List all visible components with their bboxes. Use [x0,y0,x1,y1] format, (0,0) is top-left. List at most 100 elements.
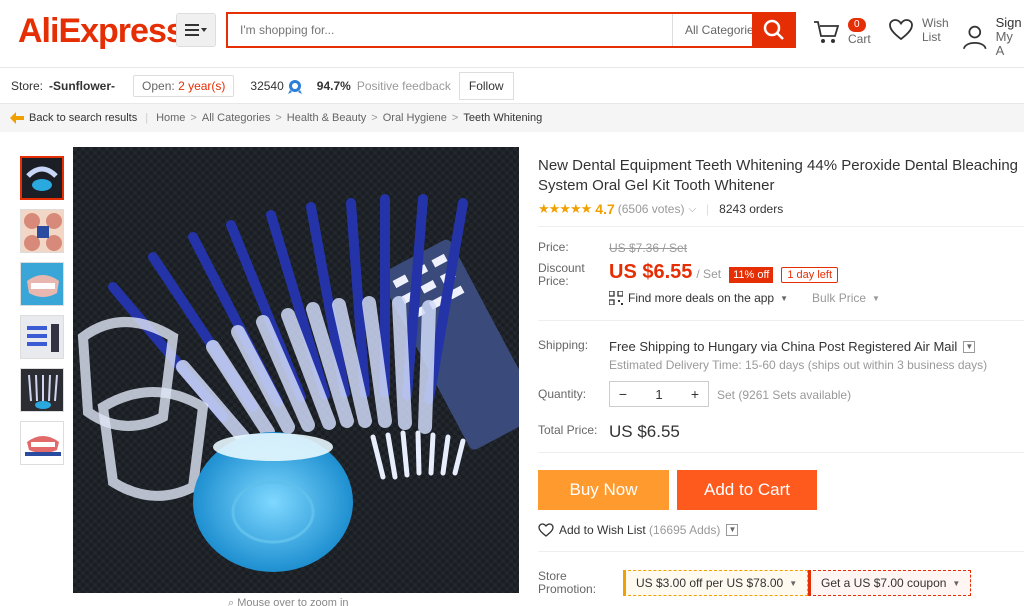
thumbnail-6[interactable] [20,421,64,465]
aliexpress-logo[interactable]: AliExpress™ [18,12,194,51]
hamburger-icon [185,24,207,36]
breadcrumb-separator: > [190,112,197,124]
shipping-option[interactable]: Free Shipping to Hungary via China Post … [609,339,976,354]
wishlist-count: (16695 Adds) [649,523,721,537]
rating-row: ★★★★★ 4.7 (6506 votes) ⌵ | 8243 orders [538,201,783,217]
app-deals-link[interactable]: Find more deals on the app [628,291,774,305]
discount-price-label: Discount Price: [538,262,585,288]
promo-label-line2: Promotion: [538,582,597,596]
discount-label-line1: Discount [538,261,585,275]
divider [538,551,1024,552]
zoom-icon: ⌕ [228,597,235,606]
thumbnail-4[interactable] [20,315,64,359]
divider [538,320,1024,321]
wish-list-link[interactable]: Wish List [888,16,949,44]
category-select-label: All Categories [685,23,760,37]
add-to-wishlist[interactable]: Add to Wish List (16695 Adds) ▼ [538,523,739,537]
total-price-label: Total Price: [538,423,598,437]
product-title: New Dental Equipment Teeth Whitening 44%… [538,157,1019,194]
cart-link[interactable]: 0 Cart [812,16,871,46]
user-icon [963,25,987,50]
follow-button[interactable]: Follow [458,71,514,100]
store-name[interactable]: -Sunflower- [49,79,115,93]
price-label: Price: [538,240,569,254]
breadcrumb-separator: > [275,112,282,124]
thumbnail-1[interactable] [20,156,64,200]
orders-count: 8243 orders [719,202,784,216]
shipping-method-text: to Hungary via China Post Registered Air… [693,339,958,354]
votes-link[interactable]: (6506 votes) [618,202,685,216]
cart-label: Cart [848,32,871,46]
estimated-delivery: Estimated Delivery Time: 15-60 days (shi… [609,358,988,372]
wishlist-dropdown-icon[interactable]: ▼ [726,524,739,536]
medal-icon [287,79,302,94]
bulk-price-link[interactable]: Bulk Price [812,291,866,305]
coupon-promo[interactable]: Get a US $7.00 coupon ▼ [808,570,972,596]
sign-in-link[interactable]: Sign My A [962,16,1024,58]
discount-percent-badge: 11% off [729,267,774,283]
store-open-badge: Open: 2 year(s) [133,74,235,97]
my-account-label: My A [995,29,1013,58]
app-deals-row: Find more deals on the app ▼ Bulk Price … [609,291,880,305]
price-unit: / Set [696,267,722,281]
breadcrumb-current[interactable]: Teeth Whitening [463,112,542,124]
shipping-dropdown-icon[interactable]: ▼ [963,340,976,353]
heart-icon [538,523,554,537]
divider [538,226,1024,227]
positive-feedback-label: Positive feedback [356,78,451,93]
breadcrumb-divider: | [145,112,149,124]
chevron-down-icon[interactable]: ⌵ [688,204,696,215]
product-main-image[interactable] [73,147,519,593]
wish-label-2: List [922,30,941,44]
promo-label-line1: Store [538,569,567,583]
thumbnail-5[interactable] [20,368,64,412]
store-bar: Store: -Sunflower- Open: 2 year(s) 32540… [0,68,1024,104]
store-discount-promo[interactable]: US $3.00 off per US $78.00 ▼ [623,570,809,596]
store-label: Store: [11,78,44,93]
shipping-label: Shipping: [538,338,589,352]
back-arrow-icon [10,112,24,124]
store-score-value: 32540 [250,78,284,93]
original-price: US $7.36 / Set [609,241,688,255]
discount-label-line2: Price: [538,274,569,288]
search-button[interactable] [752,12,796,48]
increase-quantity-button[interactable]: + [682,386,708,402]
wish-label-1: Wish [922,16,949,30]
add-to-cart-button[interactable]: Add to Cart [677,470,817,510]
stock-available: Set (9261 Sets available) [717,388,852,402]
back-to-results-link[interactable]: Back to search results [10,112,137,124]
zoom-hint: ⌕ Mouse over to zoom in [228,597,349,606]
breadcrumb: Back to search results | Home > All Categ… [0,104,1024,132]
cart-count-badge: 0 [848,18,866,32]
store-open-years: 2 year(s) [178,78,226,93]
breadcrumb-separator: > [371,112,378,124]
discount-price-row: US $6.55 / Set 11% off 1 day left [609,261,839,284]
breadcrumb-oral-hygiene[interactable]: Oral Hygiene [383,112,447,124]
free-shipping-text: Free Shipping [609,339,690,354]
rating-value: 4.7 [595,201,615,217]
category-menu-button[interactable] [176,13,216,47]
rating-divider: | [706,202,710,216]
decrease-quantity-button[interactable]: − [610,386,636,402]
wishlist-label: Add to Wish List [559,523,646,537]
positive-feedback-percent: 94.7% [316,78,351,93]
breadcrumb-home[interactable]: Home [156,112,185,124]
divider [538,452,1024,453]
total-price: US $6.55 [609,422,680,441]
store-discount-text: US $3.00 off per US $78.00 [636,576,784,590]
store-score[interactable]: 32540 [250,78,302,94]
buy-now-button[interactable]: Buy Now [538,470,669,510]
quantity-input[interactable]: 1 [636,387,682,402]
breadcrumb-health-beauty[interactable]: Health & Beauty [287,112,367,124]
time-left-badge: 1 day left [781,267,839,283]
thumbnail-2[interactable] [20,209,64,253]
search-bar: All Categories ⌵ [226,12,796,48]
search-input[interactable] [228,14,672,46]
star-rating-icon: ★★★★★ [538,201,592,216]
back-to-results-label: Back to search results [29,112,138,124]
teeth-whitening-kit-illustration [73,147,519,593]
breadcrumb-all-categories[interactable]: All Categories [202,112,270,124]
caret-down-icon: ▼ [872,293,880,303]
caret-down-icon: ▼ [952,578,961,588]
thumbnail-3[interactable] [20,262,64,306]
